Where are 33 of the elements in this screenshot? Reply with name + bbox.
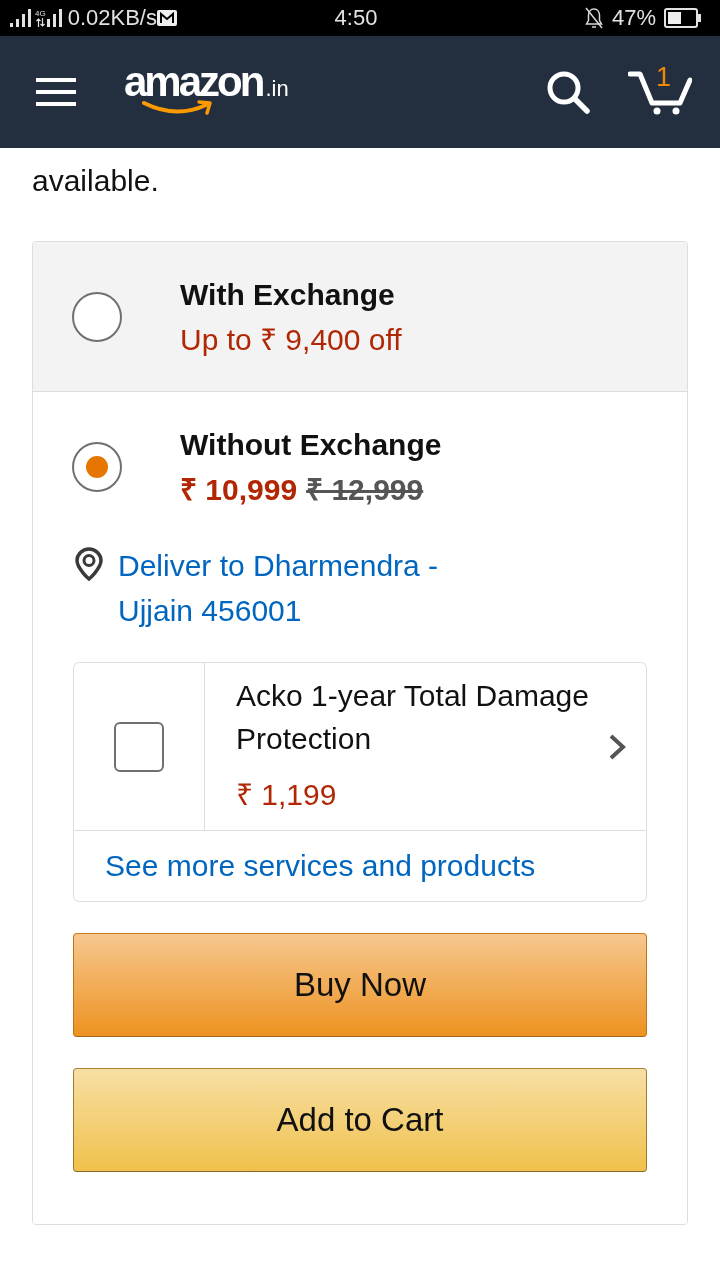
option-title: With Exchange [180,277,396,313]
plan-price: ₹ 1,199 [236,777,338,813]
mail-icon [156,10,177,26]
network-type-label: 4G [35,9,46,18]
battery-icon [664,8,702,28]
offer-text: Up to ₹ 9,400 off [180,322,402,358]
plan-title: Acko 1-year Total Damage Protection [236,678,590,757]
location-pin-icon [75,547,103,581]
menu-icon[interactable] [36,78,76,106]
clock-time: 4:50 [334,4,378,32]
battery-percent: 47% [611,4,656,32]
sale-price: ₹ 10,999 [180,473,298,506]
radio-button[interactable] [72,442,122,492]
signal-icon [46,9,63,27]
add-to-cart-button[interactable]: Add to Cart [73,1068,647,1172]
chevron-right-icon[interactable] [608,732,626,761]
cart-icon [628,69,692,115]
cart-button[interactable]: 1 [628,69,692,115]
list-price: ₹ 12,999 [306,473,424,506]
search-icon[interactable] [546,70,590,114]
delivery-address-link[interactable]: Deliver to Dharmendra - Ujjain 456001 [118,543,518,633]
intro-text: available. [32,163,160,199]
logo-link[interactable]: amazon.in [124,60,289,116]
checkbox[interactable] [114,721,164,772]
bell-muted-icon [583,7,604,29]
signal-icon [10,9,32,27]
see-more-link[interactable]: See more services and products [105,849,536,882]
radio-button[interactable] [72,292,122,342]
option-panel[interactable]: With Exchange Up to ₹ 9,400 off [33,242,687,391]
data-arrows-icon [35,18,45,27]
network-speed: 0.02KB/s [67,4,157,32]
buy-now-button[interactable]: Buy Now [73,933,647,1037]
option-title: Without Exchange [180,427,442,463]
